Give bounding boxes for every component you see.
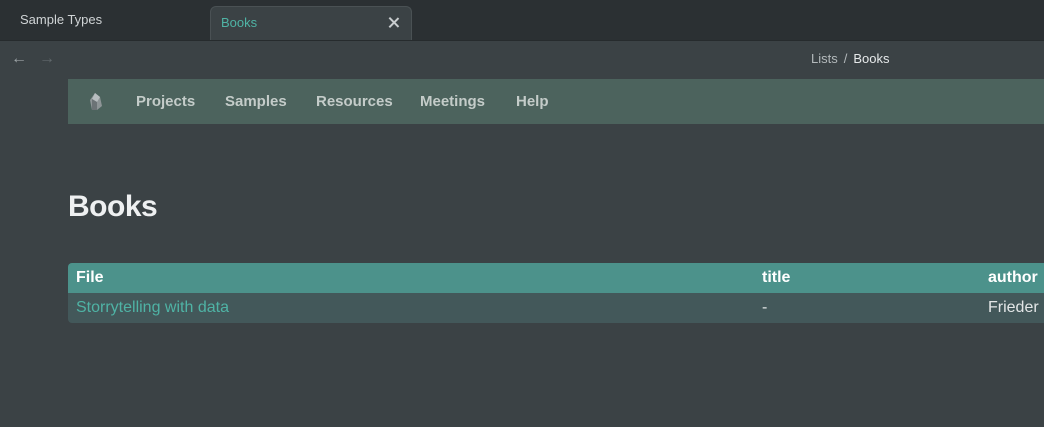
navigation-row: ← → Lists / Books: [0, 41, 1044, 77]
close-icon[interactable]: [385, 14, 403, 32]
tab-bar: Sample Types Books: [0, 0, 1044, 41]
author-cell: Frieder: [988, 299, 1039, 316]
menu-item-help[interactable]: Help: [516, 79, 549, 124]
tab-books[interactable]: Books: [210, 6, 412, 40]
tab-label: Books: [221, 15, 258, 30]
arrow-left-icon[interactable]: ←: [9, 49, 29, 69]
arrow-right-icon[interactable]: →: [37, 49, 57, 69]
column-header-author[interactable]: author: [988, 263, 1038, 293]
menu-item-projects[interactable]: Projects: [136, 79, 195, 124]
menu-bar: Projects Samples Resources Meetings Help: [68, 79, 1044, 124]
breadcrumb-separator: /: [843, 51, 848, 66]
tab-label: Sample Types: [20, 12, 103, 27]
title-cell: -: [762, 299, 768, 316]
menu-item-meetings[interactable]: Meetings: [420, 79, 485, 124]
table-row: Storrytelling with data - Frieder: [68, 293, 1044, 323]
breadcrumb: Lists / Books: [811, 51, 890, 66]
column-header-file[interactable]: File: [76, 263, 104, 293]
tab-sample-types[interactable]: Sample Types: [0, 0, 210, 40]
breadcrumb-parent[interactable]: Lists: [811, 51, 838, 66]
page-title: Books: [68, 190, 158, 223]
menu-item-samples[interactable]: Samples: [225, 79, 287, 124]
books-table: File title author Storrytelling with dat…: [68, 263, 1044, 323]
app-logo-icon[interactable]: [87, 91, 105, 111]
column-header-title[interactable]: title: [762, 263, 790, 293]
table-header: File title author: [68, 263, 1044, 293]
menu-item-resources[interactable]: Resources: [316, 79, 393, 124]
file-link[interactable]: Storrytelling with data: [76, 293, 229, 323]
breadcrumb-current: Books: [853, 51, 890, 66]
